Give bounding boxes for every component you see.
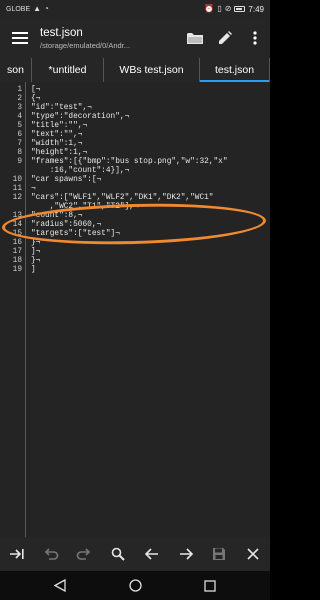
tab-son[interactable]: son (0, 58, 32, 82)
arrow-right-icon[interactable] (172, 540, 200, 568)
line-number: 19 (12, 266, 22, 274)
overflow-menu-icon[interactable] (240, 18, 270, 58)
line-number: 1 (17, 86, 22, 94)
no-sim-icon: ⊘ (224, 4, 232, 13)
line-number: 5 (17, 122, 22, 130)
undo-icon[interactable] (37, 540, 65, 568)
tab-indent-icon[interactable] (3, 540, 31, 568)
search-icon[interactable] (104, 540, 132, 568)
code-line: "type":"decoration",¬ (31, 113, 130, 121)
tab-untitled[interactable]: *untitled (32, 58, 104, 82)
code-line: "frames":[{"bmp":"bus stop.png","w":32,"… (31, 158, 228, 166)
file-title: test.json (40, 26, 83, 39)
system-nav-bar (0, 571, 270, 600)
tab-test-json[interactable]: test.json (200, 58, 270, 82)
redo-icon[interactable] (70, 540, 98, 568)
code-line: [¬ (31, 86, 41, 94)
line-number: 7 (17, 140, 22, 148)
app-bar: test.json /storage/emulated/0/Andr... (0, 18, 270, 58)
file-path: /storage/emulated/0/Andr... (40, 40, 131, 50)
code-line: "text":"",¬ (31, 131, 83, 139)
hamburger-menu-icon[interactable] (0, 18, 40, 58)
line-number: 6 (17, 131, 22, 139)
save-icon[interactable] (205, 540, 233, 568)
tab-label: WBs test.json (119, 64, 184, 76)
edit-pencil-icon[interactable] (210, 18, 240, 58)
tab-label: son (7, 64, 24, 76)
line-number: 4 (17, 113, 22, 121)
code-line: }¬ (31, 257, 41, 265)
code-line: "width":1,¬ (31, 140, 83, 148)
recents-square-icon[interactable] (195, 574, 225, 598)
arrow-left-icon[interactable] (138, 540, 166, 568)
status-left: GLOBE ▲ ◔ (6, 5, 49, 13)
tab-wbs-test-json[interactable]: WBs test.json (104, 58, 200, 82)
tab-bar: son *untitled WBs test.json test.json (0, 58, 270, 82)
line-number: 17 (12, 248, 22, 256)
line-number: 8 (17, 149, 22, 157)
tab-label: test.json (214, 64, 255, 76)
code-line: ]¬ (31, 248, 41, 256)
line-number: 16 (12, 239, 22, 247)
code-line: "height":1,¬ (31, 149, 88, 157)
editor-toolbar (0, 537, 270, 571)
code-line: "cars":["WLF1","WLF2","DK1","DK2","WC1" (31, 194, 214, 202)
line-number: 11 (12, 185, 22, 193)
line-number: 3 (17, 104, 22, 112)
line-number: 9 (17, 158, 22, 166)
close-icon[interactable] (239, 540, 267, 568)
code-line: ¬ (31, 185, 36, 193)
code-line: "id":"test",¬ (31, 104, 92, 112)
code-line: "car spawns":[¬ (31, 176, 102, 184)
code-line: {¬ (31, 95, 41, 103)
signal-icon: ▲ (33, 4, 42, 13)
folder-open-icon[interactable] (180, 18, 210, 58)
line-number-gutter: 1 2 3 4 5 6 7 8 9 10 11 12 13 14 15 16 1… (0, 86, 22, 537)
status-right: ⏰ ▯ ⊘ 7:49 (204, 5, 264, 14)
line-number: 12 (12, 194, 22, 202)
battery-icon (234, 6, 246, 12)
vibrate-icon: ▯ (217, 4, 222, 13)
app-titles: test.json /storage/emulated/0/Andr... (40, 27, 180, 50)
back-triangle-icon[interactable] (45, 574, 75, 598)
code-line: ] (31, 266, 36, 274)
line-number: 18 (12, 257, 22, 265)
code-editor[interactable]: 1 2 3 4 5 6 7 8 9 10 11 12 13 14 15 16 1… (0, 82, 270, 537)
line-number: 2 (17, 95, 22, 103)
line-number: 10 (12, 176, 22, 184)
status-bar: GLOBE ▲ ◔ ⏰ ▯ ⊘ 7:49 (0, 0, 270, 18)
home-circle-icon[interactable] (120, 574, 150, 598)
wrapped-line: :16,"count":4}],¬ (31, 167, 130, 175)
clock: 7:49 (248, 4, 264, 14)
alarm-icon: ⏰ (204, 4, 215, 13)
wifi-icon: ◔ (44, 4, 49, 13)
gutter-divider (25, 82, 26, 537)
carrier-label: GLOBE (6, 5, 31, 13)
code-line: "title":"",¬ (31, 122, 88, 130)
tab-label: *untitled (48, 64, 87, 76)
